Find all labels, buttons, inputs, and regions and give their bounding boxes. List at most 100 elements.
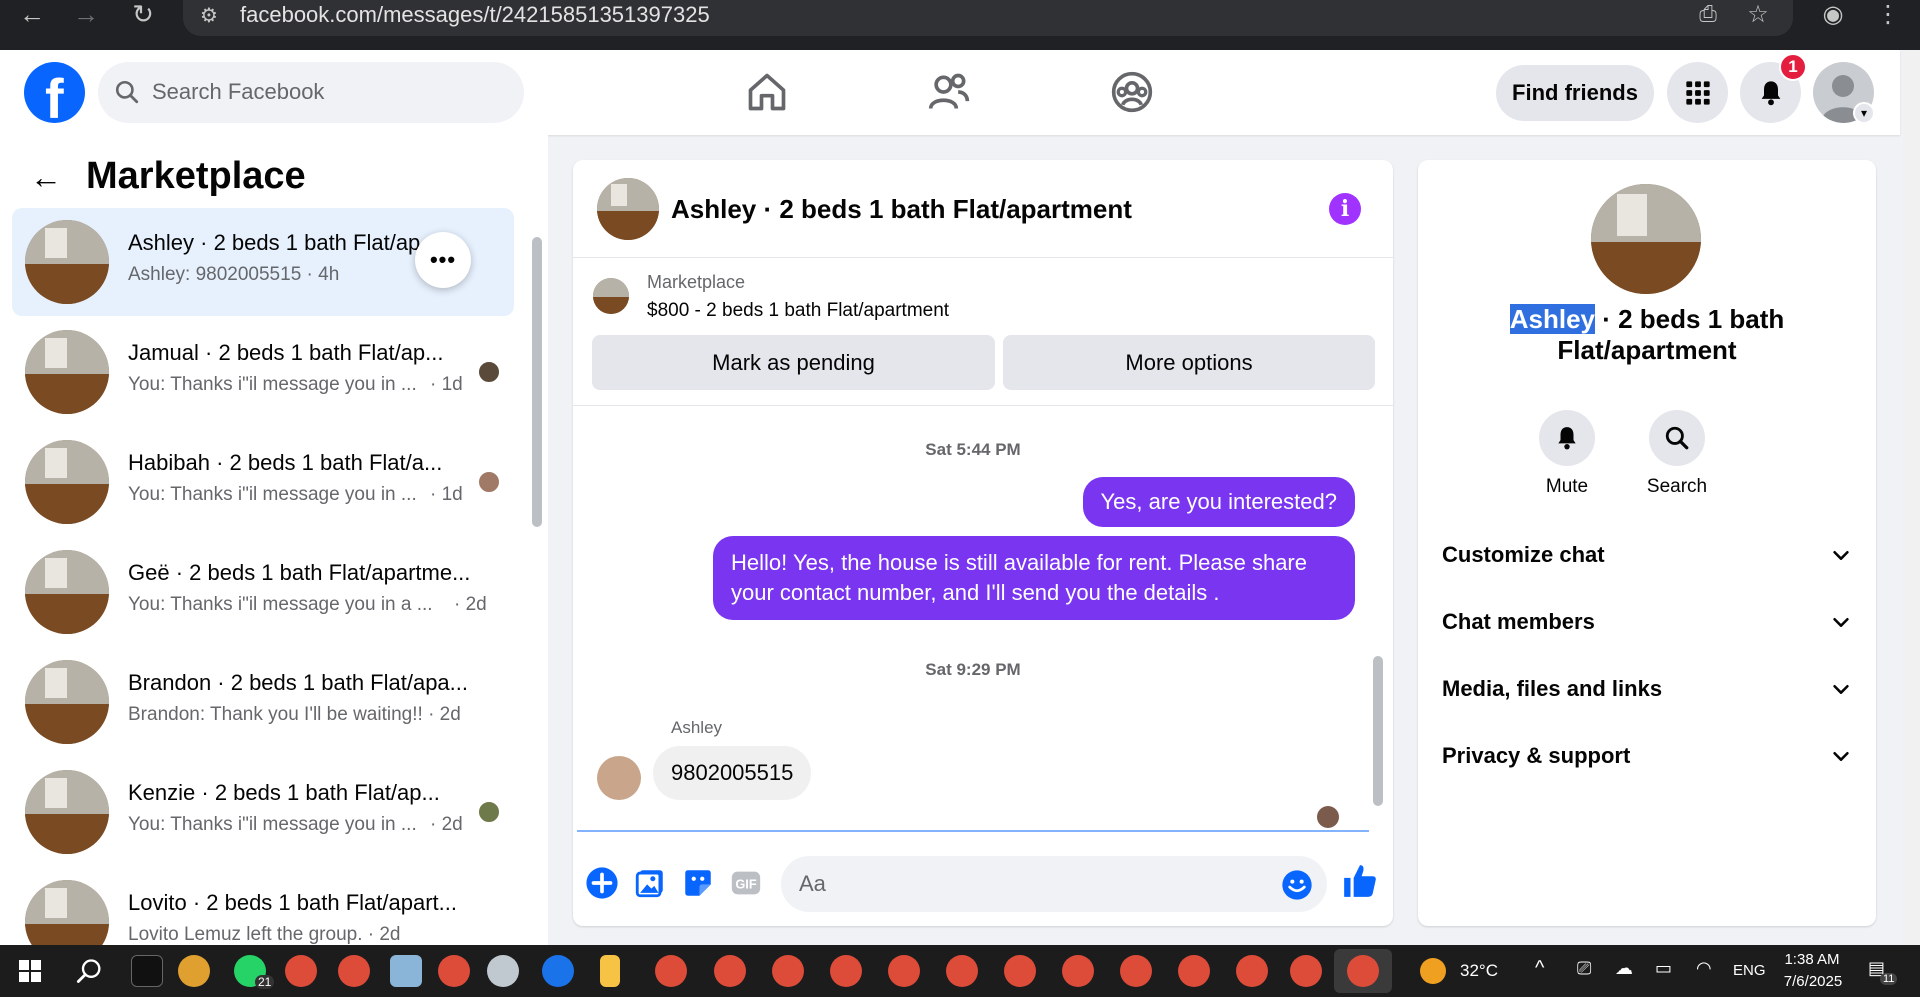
conversation-item-gee[interactable]: Geë · 2 beds 1 bath Flat/apartme... You:… xyxy=(12,538,514,646)
find-friends-button[interactable]: Find friends xyxy=(1496,65,1654,121)
battery-icon[interactable]: ▭ xyxy=(1655,958,1672,979)
conversation-name: Lovito · 2 beds 1 bath Flat/apart... xyxy=(128,890,457,915)
chrome-icon[interactable] xyxy=(1236,955,1268,987)
sidebar-scrollbar[interactable] xyxy=(532,237,542,527)
browser-menu-icon[interactable]: ⋮ xyxy=(1870,0,1906,28)
paint-app-icon[interactable] xyxy=(487,955,519,987)
marketplace-label: Marketplace xyxy=(647,272,746,292)
search-action[interactable]: Search xyxy=(1622,410,1732,498)
chrome-icon[interactable] xyxy=(772,955,804,987)
cloud-icon[interactable]: ☁ xyxy=(1615,958,1633,979)
friends-icon[interactable] xyxy=(927,70,971,114)
chat-members-row[interactable]: Chat members xyxy=(1442,609,1852,649)
listing-thumbnail[interactable] xyxy=(593,278,629,314)
back-arrow-icon[interactable]: ← xyxy=(14,0,50,29)
chrome-active-icon[interactable] xyxy=(1347,955,1379,987)
listing-title[interactable]: $800 - 2 beds 1 bath Flat/apartment xyxy=(647,300,949,322)
photo-gallery-icon[interactable] xyxy=(633,866,667,900)
gif-icon[interactable]: GIF xyxy=(729,866,763,900)
facebook-logo[interactable]: f xyxy=(24,62,85,130)
url-text[interactable]: facebook.com/messages/t/2421585135139732… xyxy=(240,2,710,28)
read-receipt-avatar xyxy=(477,800,501,824)
chevron-down-icon xyxy=(1833,550,1849,560)
reload-icon[interactable]: ↻ xyxy=(125,0,161,29)
wifi-icon[interactable]: ◠ xyxy=(1696,958,1712,979)
forward-arrow-icon[interactable]: → xyxy=(68,0,104,29)
bookmark-star-icon[interactable]: ☆ xyxy=(1740,0,1776,28)
more-options-button[interactable]: More options xyxy=(1003,335,1375,390)
taskbar-search-icon[interactable] xyxy=(76,957,104,985)
chrome-icon[interactable] xyxy=(1004,955,1036,987)
chrome-icon[interactable] xyxy=(285,955,317,987)
account-chevron-down-icon[interactable]: ▾ xyxy=(1853,102,1875,124)
chrome-icon[interactable] xyxy=(714,955,746,987)
clock-date[interactable]: 7/6/2025 xyxy=(1778,973,1848,990)
chrome-icon[interactable] xyxy=(1120,955,1152,987)
groups-icon[interactable] xyxy=(1110,70,1154,114)
windows-start-icon[interactable] xyxy=(18,959,42,983)
privacy-support-row[interactable]: Privacy & support xyxy=(1442,743,1852,783)
chrome-icon[interactable] xyxy=(542,955,574,987)
add-plus-icon[interactable] xyxy=(585,866,619,900)
customize-chat-row[interactable]: Customize chat xyxy=(1442,542,1852,582)
conversation-name: Geë · 2 beds 1 bath Flat/apartme... xyxy=(128,560,471,585)
outgoing-message[interactable]: Yes, are you interested? xyxy=(1082,477,1355,527)
page-scrollbar[interactable] xyxy=(1903,50,1920,945)
conversation-item-kenzie[interactable]: Kenzie · 2 beds 1 bath Flat/ap... You: T… xyxy=(12,758,514,866)
chrome-icon[interactable] xyxy=(1062,955,1094,987)
timestamp: Sat 5:44 PM xyxy=(925,440,1021,459)
chrome-icon[interactable] xyxy=(655,955,687,987)
mark-as-pending-button[interactable]: Mark as pending xyxy=(592,335,995,390)
message-input[interactable]: Aa xyxy=(781,856,1327,912)
chrome-icon[interactable] xyxy=(946,955,978,987)
chrome-icon[interactable] xyxy=(1290,955,1322,987)
chat-scrollbar[interactable] xyxy=(1373,656,1383,806)
file-explorer-icon[interactable] xyxy=(600,955,620,987)
home-icon[interactable] xyxy=(745,70,789,114)
timestamp: Sat 9:29 PM xyxy=(925,660,1021,679)
thumbs-up-icon[interactable] xyxy=(1341,862,1379,900)
sender-avatar[interactable] xyxy=(597,756,641,800)
conversation-item-jamual[interactable]: Jamual · 2 beds 1 bath Flat/ap... You: T… xyxy=(12,318,514,426)
language-indicator[interactable]: ENG xyxy=(1733,962,1766,979)
chrome-icon[interactable] xyxy=(888,955,920,987)
conversation-item-habibah[interactable]: Habibah · 2 beds 1 bath Flat/a... You: T… xyxy=(12,428,514,536)
outgoing-message[interactable]: Hello! Yes, the house is still available… xyxy=(713,536,1355,620)
emoji-icon[interactable] xyxy=(1281,869,1313,901)
bell-icon xyxy=(1558,427,1576,450)
conversation-item-brandon[interactable]: Brandon · 2 beds 1 bath Flat/apa... Bran… xyxy=(12,648,514,756)
temperature[interactable]: 32°C xyxy=(1460,961,1498,981)
site-info-icon[interactable]: ⚙ xyxy=(200,3,218,28)
contact-avatar[interactable] xyxy=(1591,184,1701,294)
clock-time[interactable]: 1:38 AM xyxy=(1782,951,1842,968)
chrome-icon[interactable] xyxy=(1178,955,1210,987)
weather-icon[interactable] xyxy=(1420,958,1446,984)
browser-profile-icon[interactable]: ◉ xyxy=(1815,0,1851,28)
conversation-item-lovito[interactable]: Lovito · 2 beds 1 bath Flat/apart... Lov… xyxy=(12,868,514,945)
incoming-message[interactable]: 9802005515 xyxy=(653,746,812,800)
sticker-icon[interactable] xyxy=(681,866,715,900)
chrome-icon[interactable] xyxy=(830,955,862,987)
listing-avatar xyxy=(25,220,109,304)
conversation-more-button[interactable]: ••• xyxy=(415,232,471,288)
chrome-icon[interactable] xyxy=(338,955,370,987)
back-arrow-icon[interactable]: ← xyxy=(30,159,62,196)
chat-title[interactable]: Ashley · 2 beds 1 bath Flat/apartment xyxy=(671,194,1132,225)
menu-grid-button[interactable] xyxy=(1667,62,1728,123)
app-icon[interactable] xyxy=(390,955,422,987)
info-icon[interactable]: i xyxy=(1329,193,1361,225)
conversation-item-ashley[interactable]: Ashley · 2 beds 1 bath Flat/ap… Ashley: … xyxy=(12,208,514,316)
chat-avatar[interactable] xyxy=(597,178,659,240)
media-files-links-row[interactable]: Media, files and links xyxy=(1442,676,1852,716)
install-app-icon[interactable]: ⎙ xyxy=(1690,0,1726,28)
device-icon[interactable]: ⎚ xyxy=(1577,958,1591,979)
grid-menu-icon xyxy=(1685,80,1710,105)
conversation-name: Habibah · 2 beds 1 bath Flat/a... xyxy=(128,450,443,475)
terminal-app-icon[interactable] xyxy=(131,955,163,987)
chevron-up-icon[interactable]: ^ xyxy=(1535,957,1544,980)
search-facebook-input[interactable]: Search Facebook xyxy=(98,62,524,123)
chrome-icon[interactable] xyxy=(438,955,470,987)
game-app-icon[interactable] xyxy=(178,955,210,987)
mute-action[interactable]: Mute xyxy=(1512,410,1622,498)
conversation-preview: You: Thanks i"il message you in ... xyxy=(128,374,417,395)
